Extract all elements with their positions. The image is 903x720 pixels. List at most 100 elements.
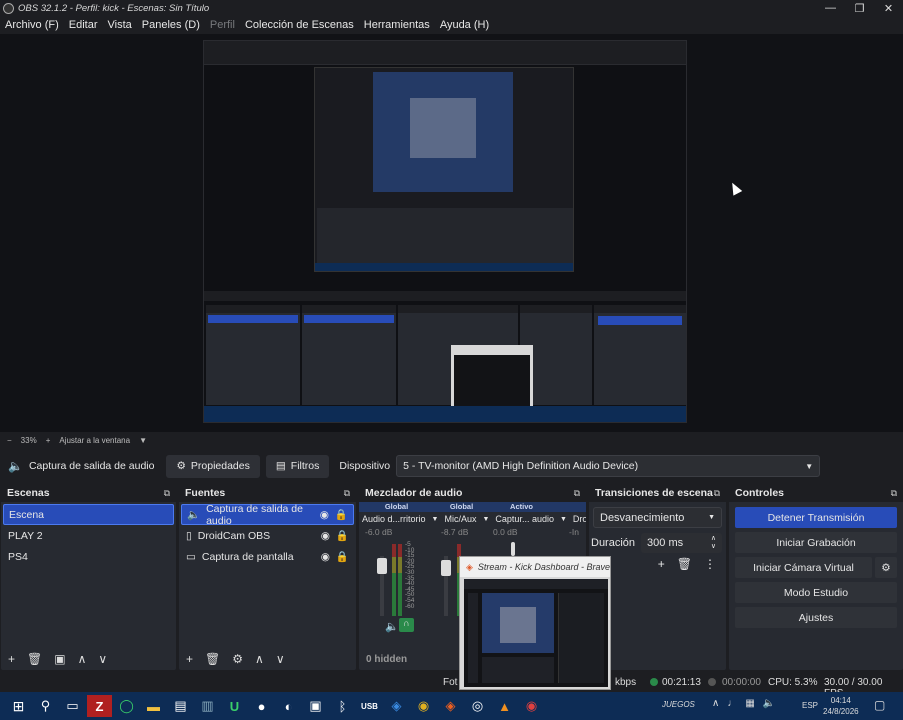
- spin-arrows-icon[interactable]: ∧ ∨: [711, 535, 716, 551]
- task-view-icon[interactable]: ▭: [60, 695, 85, 717]
- scene-item[interactable]: PLAY 2: [3, 525, 174, 546]
- app-icon[interactable]: ◉: [519, 695, 544, 717]
- zoom-in-button[interactable]: +: [46, 436, 51, 445]
- studio-mode-button[interactable]: Modo Estudio: [735, 582, 897, 603]
- zoom-out-button[interactable]: −: [7, 436, 12, 445]
- menu-archivo[interactable]: Archivo (F): [0, 19, 64, 31]
- volume-slider-handle[interactable]: [441, 560, 451, 576]
- obs-icon[interactable]: ●: [249, 695, 274, 717]
- volume-slider-handle[interactable]: [511, 542, 515, 556]
- move-up-icon[interactable]: ∧: [255, 652, 264, 666]
- add-source-button[interactable]: +: [186, 652, 193, 666]
- menu-paneles[interactable]: Paneles (D): [137, 19, 205, 31]
- bluetooth-icon[interactable]: ᛒ: [330, 695, 355, 717]
- trash-icon[interactable]: 🗑: [27, 652, 42, 666]
- trash-icon[interactable]: 🗑: [205, 652, 220, 666]
- menu-vista[interactable]: Vista: [103, 19, 137, 31]
- mic-icon[interactable]: ♩: [727, 698, 737, 709]
- add-transition-button[interactable]: +: [658, 557, 665, 571]
- brave-icon[interactable]: ◈: [438, 695, 463, 717]
- floating-browser-preview[interactable]: ◈ Stream - Kick Dashboard - Brave: [459, 556, 611, 690]
- close-button[interactable]: ✕: [874, 0, 903, 16]
- scene-item[interactable]: PS4: [3, 546, 174, 567]
- explorer-icon[interactable]: ▬: [141, 695, 166, 717]
- volume-slider-handle[interactable]: [377, 558, 387, 574]
- app-icon[interactable]: ◈: [384, 695, 409, 717]
- notification-icon[interactable]: ▢: [874, 698, 885, 712]
- mixer-tab[interactable]: Activo: [489, 502, 554, 512]
- menu-coleccion-escenas[interactable]: Colección de Escenas: [240, 19, 359, 31]
- gear-icon[interactable]: ⚙: [232, 652, 243, 666]
- maximize-button[interactable]: ❐: [845, 0, 874, 16]
- move-up-icon[interactable]: ∧: [78, 652, 87, 666]
- menu-herramientas[interactable]: Herramientas: [359, 19, 435, 31]
- usb-util-icon[interactable]: USB: [357, 695, 382, 717]
- scene-filter-icon[interactable]: ▣: [54, 652, 65, 666]
- clock[interactable]: 04:14 24/8/2026: [823, 695, 859, 717]
- network-icon[interactable]: ▦: [745, 698, 754, 709]
- vlc-icon[interactable]: ▲: [492, 695, 517, 717]
- float-icon[interactable]: ⧉: [344, 488, 350, 499]
- filezilla-icon[interactable]: Z: [87, 695, 112, 717]
- monitor-icon: ▭: [186, 550, 196, 563]
- minimize-button[interactable]: —: [816, 0, 845, 16]
- scene-item[interactable]: Escena: [3, 504, 174, 525]
- headphones-icon[interactable]: ∩: [399, 618, 414, 632]
- add-scene-button[interactable]: +: [8, 652, 15, 666]
- stop-stream-button[interactable]: Detener Transmisión: [735, 507, 897, 528]
- device-select[interactable]: 5 - TV-monitor (AMD High Definition Audi…: [396, 455, 821, 477]
- notes-icon[interactable]: ▥: [195, 695, 220, 717]
- app-icon[interactable]: ◐: [276, 695, 301, 717]
- search-icon[interactable]: ⚲: [33, 695, 58, 717]
- source-item[interactable]: 🔈 Captura de salida de audio ◉ 🔒: [181, 503, 354, 527]
- upwork-icon[interactable]: U: [222, 695, 247, 717]
- app-icon[interactable]: ▤: [168, 695, 193, 717]
- hidden-count[interactable]: 0 hidden: [366, 654, 407, 665]
- menu-editar[interactable]: Editar: [64, 19, 103, 31]
- source-item[interactable]: ▭ Captura de pantalla ◉ 🔒: [181, 546, 354, 567]
- app-icon[interactable]: ▣: [303, 695, 328, 717]
- lock-icon[interactable]: 🔒: [336, 550, 349, 563]
- language-indicator[interactable]: ESP: [802, 701, 818, 710]
- duration-spinbox[interactable]: 300 ms ∧ ∨: [641, 533, 722, 553]
- float-icon[interactable]: ⧉: [714, 488, 720, 499]
- start-recording-button[interactable]: Iniciar Grabación: [735, 532, 897, 553]
- float-icon[interactable]: ⧉: [164, 488, 170, 499]
- trash-icon[interactable]: 🗑: [677, 557, 692, 571]
- app-icon[interactable]: ◎: [465, 695, 490, 717]
- eye-icon[interactable]: ◉: [321, 530, 330, 542]
- juegos-label[interactable]: JUEGOS: [662, 700, 695, 709]
- chrome-icon[interactable]: ◉: [411, 695, 436, 717]
- mute-speaker-icon[interactable]: 🔈: [385, 620, 399, 633]
- windows-start-icon[interactable]: ⊞: [6, 695, 31, 717]
- move-down-icon[interactable]: ∨: [98, 652, 107, 666]
- preview-canvas[interactable]: [203, 40, 687, 423]
- float-icon[interactable]: ⧉: [891, 488, 897, 499]
- start-virtual-camera-button[interactable]: Iniciar Cámara Virtual: [735, 557, 872, 578]
- mixer-tab[interactable]: Global: [359, 502, 434, 512]
- transition-select[interactable]: Desvanecimiento ▼: [593, 507, 722, 528]
- more-icon[interactable]: ⋮: [704, 557, 716, 571]
- fit-to-window[interactable]: Ajustar a la ventana: [59, 436, 130, 445]
- lock-icon[interactable]: 🔒: [336, 529, 349, 542]
- system-tray[interactable]: ∧ ♩ ▦ 🔈: [712, 698, 775, 709]
- settings-button[interactable]: Ajustes: [735, 607, 897, 628]
- menu-ayuda[interactable]: Ayuda (H): [435, 19, 494, 31]
- whatsapp-icon[interactable]: ◯: [114, 695, 139, 717]
- move-down-icon[interactable]: ∨: [276, 652, 285, 666]
- mixer-tab[interactable]: Global: [434, 502, 489, 512]
- volume-icon[interactable]: 🔈: [763, 698, 775, 709]
- virtual-camera-settings-gear-icon[interactable]: ⚙: [875, 557, 897, 578]
- menu-perfil[interactable]: Perfil: [205, 19, 240, 31]
- filters-button[interactable]: ▤ Filtros: [265, 454, 330, 478]
- lock-icon[interactable]: 🔒: [335, 508, 348, 521]
- eye-icon[interactable]: ◉: [320, 509, 329, 521]
- float-icon[interactable]: ⧉: [574, 488, 580, 499]
- zoom-dropdown-icon[interactable]: ▼: [139, 436, 147, 445]
- eye-icon[interactable]: ◉: [321, 551, 330, 563]
- preview-area[interactable]: [0, 34, 903, 432]
- chevron-up-icon[interactable]: ∧: [712, 698, 719, 709]
- properties-button[interactable]: ⚙ Propiedades: [166, 454, 260, 478]
- scene-label: Escena: [9, 508, 45, 521]
- source-item[interactable]: ▯ DroidCam OBS ◉ 🔒: [181, 525, 354, 546]
